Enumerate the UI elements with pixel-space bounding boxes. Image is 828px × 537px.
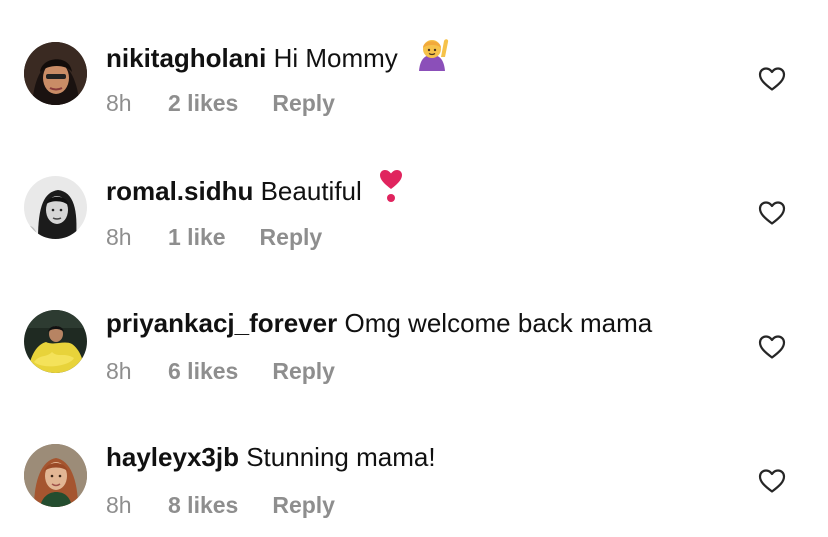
comment-line: nikitagholani Hi Mommy <box>106 38 449 82</box>
avatar-image <box>24 310 87 373</box>
comment-meta: 8h 6 likes Reply <box>106 356 335 386</box>
avatar-image <box>24 176 87 239</box>
likes-count[interactable]: 2 likes <box>168 88 238 118</box>
comment-time: 8h <box>106 90 132 116</box>
comment-text: Beautiful <box>260 175 362 206</box>
username[interactable]: nikitagholani <box>106 43 266 73</box>
comment-text: Omg welcome back mama <box>344 308 653 338</box>
comment-line: hayleyx3jb Stunning mama! <box>106 440 436 474</box>
comment-item: nikitagholani Hi Mommy 8h 2 likes Reply <box>0 24 828 134</box>
comment-line: romal.sidhu Beautiful <box>106 169 403 214</box>
username[interactable]: hayleyx3jb <box>106 442 239 472</box>
person-raising-hand-emoji-icon <box>415 35 449 79</box>
heart-outline-icon[interactable] <box>758 468 786 494</box>
comment-item: hayleyx3jb Stunning mama! 8h 8 likes Reply <box>0 426 828 536</box>
likes-count[interactable]: 1 like <box>168 222 226 252</box>
heart-outline-icon[interactable] <box>758 334 786 360</box>
avatar-image <box>24 42 87 105</box>
comment-meta: 8h 1 like Reply <box>106 222 322 252</box>
heart-outline-icon[interactable] <box>758 200 786 226</box>
reply-button[interactable]: Reply <box>260 222 323 252</box>
avatar[interactable] <box>24 42 87 105</box>
reply-button[interactable]: Reply <box>272 490 335 520</box>
comment-meta: 8h 2 likes Reply <box>106 88 335 118</box>
heart-exclamation-emoji-icon <box>379 169 403 211</box>
reply-button[interactable]: Reply <box>272 88 335 118</box>
avatar[interactable] <box>24 444 87 507</box>
username[interactable]: romal.sidhu <box>106 176 253 206</box>
username[interactable]: priyankacj_forever <box>106 308 337 338</box>
avatar[interactable] <box>24 310 87 373</box>
comment-time: 8h <box>106 224 132 250</box>
avatar-image <box>24 444 87 507</box>
reply-button[interactable]: Reply <box>272 356 335 386</box>
comment-time: 8h <box>106 492 132 518</box>
comment-time: 8h <box>106 358 132 384</box>
comment-text: Stunning mama! <box>246 442 436 472</box>
comment-text: Hi Mommy <box>273 42 398 73</box>
comments-list: nikitagholani Hi Mommy 8h 2 likes Reply <box>0 0 828 537</box>
likes-count[interactable]: 8 likes <box>168 490 238 520</box>
comment-meta: 8h 8 likes Reply <box>106 490 335 520</box>
heart-outline-icon[interactable] <box>758 66 786 92</box>
comment-line: priyankacj_forever Omg welcome back mama <box>106 306 652 340</box>
avatar[interactable] <box>24 176 87 239</box>
likes-count[interactable]: 6 likes <box>168 356 238 386</box>
comment-item: priyankacj_forever Omg welcome back mama… <box>0 292 828 402</box>
comment-item: romal.sidhu Beautiful 8h 1 like Reply <box>0 158 828 268</box>
